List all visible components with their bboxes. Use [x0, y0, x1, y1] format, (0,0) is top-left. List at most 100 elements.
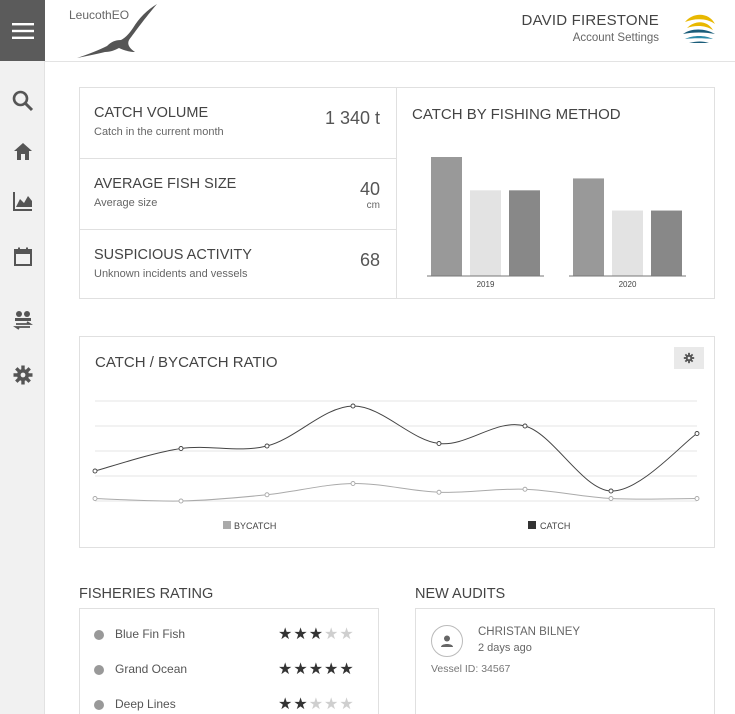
star-filled-icon[interactable]: ★: [309, 661, 324, 678]
catch-point: [92, 468, 98, 474]
transfer-icon[interactable]: [10, 307, 36, 333]
catch-point: [350, 403, 356, 409]
star-rating[interactable]: ★★★★★: [278, 659, 355, 679]
rating-dot: [94, 700, 104, 710]
rating-label: Grand Ocean: [115, 662, 188, 676]
catch-point: [694, 431, 700, 436]
ratio-chart-title: CATCH / BYCATCH RATIO: [95, 354, 278, 371]
star-empty-icon[interactable]: ★: [309, 696, 324, 713]
hamburger-icon: [11, 22, 34, 39]
kpi-title: AVERAGE FISH SIZE: [94, 176, 237, 192]
bar: [431, 157, 462, 276]
catch-point: [264, 443, 270, 449]
settings-icon[interactable]: [10, 362, 36, 388]
star-filled-icon[interactable]: ★: [309, 626, 324, 643]
kpi-value: 40: [359, 179, 380, 199]
kpi-subtitle: Unknown incidents and vessels: [94, 268, 248, 280]
legend-catch-label: CATCH: [540, 521, 570, 531]
kpi-subtitle: Average size: [94, 197, 158, 209]
star-filled-icon[interactable]: ★: [293, 626, 308, 643]
audit-vessel-id: Vessel ID: 34567: [431, 663, 511, 675]
calendar-icon[interactable]: [10, 244, 36, 270]
kpi-average-fish-size: AVERAGE FISH SIZE Average size 40 cm: [80, 159, 396, 230]
brand-logo-icon: [680, 9, 718, 47]
star-rating[interactable]: ★★★★★: [278, 624, 355, 644]
rating-dot: [94, 665, 104, 675]
bycatch-point: [436, 489, 442, 495]
home-icon[interactable]: [10, 139, 36, 165]
rating-dot: [94, 630, 104, 640]
star-filled-icon[interactable]: ★: [293, 661, 308, 678]
user-avatar-icon: [431, 625, 463, 657]
kpi-subtitle: Catch in the current month: [94, 126, 224, 138]
ratio-card: CATCH / BYCATCH RATIO BYCATCH CATCH: [79, 336, 715, 548]
bycatch-point: [178, 498, 184, 504]
chart-settings-button[interactable]: [674, 347, 704, 369]
fisheries-rating-card: Blue Fin Fish ★★★★★ Grand Ocean ★★★★★ De…: [79, 608, 379, 714]
bycatch-point: [522, 486, 528, 492]
bar: [573, 178, 604, 276]
bycatch-point: [608, 496, 614, 501]
fisheries-rating-title: FISHERIES RATING: [79, 586, 214, 602]
kpi-unit: cm: [366, 200, 380, 211]
bar: [612, 210, 643, 276]
sidebar: [0, 0, 45, 714]
bycatch-point: [264, 492, 270, 498]
bar: [651, 210, 682, 276]
audit-time: 2 days ago: [478, 642, 532, 654]
bar: [470, 190, 501, 276]
bycatch-point: [350, 481, 356, 486]
catch-point: [608, 488, 614, 494]
legend-catch-swatch: [528, 521, 536, 529]
star-empty-icon[interactable]: ★: [324, 626, 339, 643]
header: LeucothEO DAVID FIRESTONE Account Settin…: [45, 0, 735, 62]
star-rating[interactable]: ★★★★★: [278, 694, 355, 714]
search-icon[interactable]: [10, 88, 36, 114]
analytics-icon[interactable]: [10, 188, 36, 214]
catch-point: [522, 423, 528, 429]
star-empty-icon[interactable]: ★: [339, 626, 354, 643]
catch-bycatch-chart: BYCATCH CATCH: [92, 400, 700, 531]
star-filled-icon[interactable]: ★: [278, 661, 293, 678]
star-filled-icon[interactable]: ★: [324, 661, 339, 678]
bycatch-point: [694, 496, 700, 501]
new-audits-card: CHRISTAN BILNEY 2 days ago Vessel ID: 34…: [415, 608, 715, 714]
legend-bycatch-swatch: [223, 521, 231, 529]
rating-row[interactable]: Deep Lines ★★★★★: [80, 691, 378, 714]
summary-card: CATCH VOLUME Catch in the current month …: [79, 87, 715, 299]
rating-row[interactable]: Grand Ocean ★★★★★: [80, 656, 378, 686]
catch-point: [178, 446, 184, 451]
gear-icon: [683, 352, 695, 364]
user-name[interactable]: DAVID FIRESTONE: [522, 12, 659, 29]
method-chart-title: CATCH BY FISHING METHOD: [412, 106, 621, 123]
star-empty-icon[interactable]: ★: [324, 696, 339, 713]
x-tick-label: 2020: [619, 280, 637, 289]
bycatch-series-line: [94, 482, 698, 502]
kpi-value: 68: [359, 250, 380, 270]
account-settings-link[interactable]: Account Settings: [573, 32, 659, 44]
star-filled-icon[interactable]: ★: [339, 661, 354, 678]
kpi-value: 1 340 t: [324, 108, 380, 128]
catch-by-method-chart: 2019 2020: [427, 157, 686, 289]
star-empty-icon[interactable]: ★: [339, 696, 354, 713]
kpi-title: SUSPICIOUS ACTIVITY: [94, 247, 252, 263]
star-filled-icon[interactable]: ★: [293, 696, 308, 713]
bar: [509, 190, 540, 276]
rating-label: Deep Lines: [115, 697, 176, 711]
menu-toggle-button[interactable]: [0, 0, 45, 61]
rating-label: Blue Fin Fish: [115, 627, 186, 641]
kpi-catch-volume: CATCH VOLUME Catch in the current month …: [80, 88, 396, 159]
star-filled-icon[interactable]: ★: [278, 696, 293, 713]
kpi-suspicious-activity: SUSPICIOUS ACTIVITY Unknown incidents an…: [80, 230, 396, 301]
catch-point: [436, 441, 442, 446]
audit-user-name[interactable]: CHRISTAN BILNEY: [478, 626, 580, 638]
legend-bycatch-label: BYCATCH: [234, 521, 276, 531]
logo-bird-icon: [77, 4, 157, 58]
catch-series-line: [94, 405, 698, 492]
new-audits-title: NEW AUDITS: [415, 586, 506, 602]
x-tick-label: 2019: [477, 280, 495, 289]
rating-row[interactable]: Blue Fin Fish ★★★★★: [80, 621, 378, 651]
bycatch-point: [92, 496, 98, 501]
kpi-title: CATCH VOLUME: [94, 105, 209, 121]
star-filled-icon[interactable]: ★: [278, 626, 293, 643]
